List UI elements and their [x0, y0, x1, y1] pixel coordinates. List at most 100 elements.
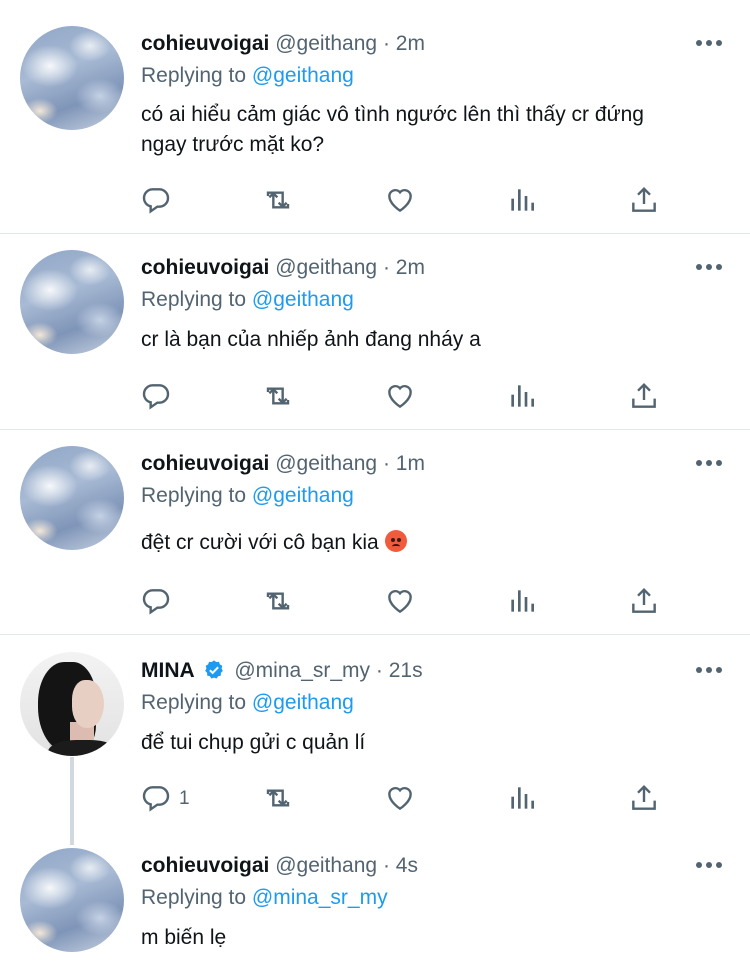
- retweet-button[interactable]: [260, 376, 300, 416]
- timestamp[interactable]: · 2m: [383, 256, 425, 279]
- like-icon: [388, 188, 412, 213]
- share-button[interactable]: [626, 180, 666, 220]
- action-bar: [0, 180, 750, 220]
- tweet-text: để tui chụp gửi c quản lí: [141, 728, 731, 758]
- replying-to: Replying to @geithang: [141, 483, 354, 509]
- retweet-button[interactable]: [260, 581, 300, 621]
- handle[interactable]: @mina_sr_my: [234, 659, 370, 682]
- tweet-text-line: để tui chụp gửi c quản lí: [141, 731, 366, 754]
- like-icon: [388, 589, 412, 614]
- avatar[interactable]: [20, 848, 124, 952]
- avatar[interactable]: [20, 26, 124, 130]
- tweet[interactable]: cohieuvoigai @geithang · 1m Replying to …: [0, 430, 750, 634]
- retweet-button[interactable]: [260, 778, 300, 818]
- like-button[interactable]: [382, 581, 422, 621]
- reply-count: 1: [179, 788, 190, 809]
- more-icon[interactable]: [696, 667, 722, 675]
- tweet-text-line: m biến lẹ: [141, 926, 227, 949]
- retweet-icon: [266, 592, 290, 610]
- views-button[interactable]: [504, 581, 544, 621]
- timestamp[interactable]: · 2m: [383, 32, 425, 55]
- avatar[interactable]: [20, 446, 124, 550]
- action-bar: [0, 376, 750, 416]
- share-button[interactable]: [626, 778, 666, 818]
- timestamp[interactable]: · 1m: [383, 452, 425, 475]
- share-icon: [632, 186, 656, 212]
- reply-button[interactable]: [138, 376, 178, 416]
- reply-button[interactable]: [138, 581, 178, 621]
- mention-link[interactable]: @mina_sr_my: [252, 886, 388, 909]
- handle[interactable]: @geithang: [275, 854, 377, 877]
- tweet-header: MINA @mina_sr_my · 21s: [141, 658, 423, 684]
- like-button[interactable]: [382, 376, 422, 416]
- handle[interactable]: @geithang: [275, 452, 377, 475]
- action-bar: [0, 581, 750, 621]
- replying-prefix: Replying to: [141, 886, 247, 909]
- like-icon: [388, 786, 412, 811]
- replying-prefix: Replying to: [141, 484, 247, 507]
- handle[interactable]: @geithang: [275, 256, 377, 279]
- retweet-icon: [266, 387, 290, 405]
- display-name[interactable]: cohieuvoigai: [141, 256, 269, 279]
- mention-link[interactable]: @geithang: [252, 288, 354, 311]
- tweet-text: có ai hiểu cảm giác vô tình ngước lên th…: [141, 100, 731, 160]
- share-button[interactable]: [626, 376, 666, 416]
- tweet[interactable]: MINA @mina_sr_my · 21s Replying to @geit…: [0, 635, 750, 845]
- avatar[interactable]: [20, 652, 124, 756]
- more-icon[interactable]: [696, 862, 722, 870]
- tweet[interactable]: cohieuvoigai @geithang · 2m Replying to …: [0, 234, 750, 429]
- views-button[interactable]: [504, 376, 544, 416]
- views-icon: [511, 590, 534, 612]
- share-button[interactable]: [626, 581, 666, 621]
- verified-icon: [204, 660, 223, 679]
- like-icon: [388, 384, 412, 409]
- timestamp[interactable]: · 4s: [383, 854, 418, 877]
- retweet-icon: [266, 789, 290, 807]
- like-button[interactable]: [382, 778, 422, 818]
- retweet-button[interactable]: [260, 180, 300, 220]
- display-name[interactable]: cohieuvoigai: [141, 452, 269, 475]
- views-icon: [511, 787, 534, 809]
- display-name[interactable]: cohieuvoigai: [141, 854, 269, 877]
- tweet-header: cohieuvoigai @geithang · 4s: [141, 853, 418, 879]
- replying-to: Replying to @geithang: [141, 287, 354, 313]
- replying-to: Replying to @geithang: [141, 63, 354, 89]
- replying-to: Replying to @mina_sr_my: [141, 885, 388, 911]
- reply-icon: [142, 589, 170, 615]
- tweet-text: cr là bạn của nhiếp ảnh đang nháy a: [141, 325, 731, 355]
- handle[interactable]: @geithang: [275, 32, 377, 55]
- tweet-text-line: ngay trước mặt ko?: [141, 133, 325, 156]
- reply-button[interactable]: [138, 180, 178, 220]
- replying-prefix: Replying to: [141, 288, 247, 311]
- more-icon[interactable]: [696, 40, 722, 48]
- replying-prefix: Replying to: [141, 691, 247, 714]
- tweet-text: m biến lẹ: [141, 923, 731, 953]
- reply-icon: [142, 188, 170, 214]
- like-button[interactable]: [382, 180, 422, 220]
- share-icon: [632, 784, 656, 810]
- tweet-header: cohieuvoigai @geithang · 2m: [141, 31, 425, 57]
- timestamp[interactable]: · 21s: [376, 659, 423, 682]
- reply-button[interactable]: [138, 778, 178, 818]
- mention-link[interactable]: @geithang: [252, 484, 354, 507]
- display-name[interactable]: MINA: [141, 659, 195, 682]
- tweet-text-line: đệt cr cười với cô bạn kia: [141, 531, 379, 554]
- tweet-header: cohieuvoigai @geithang · 2m: [141, 255, 425, 281]
- more-icon[interactable]: [696, 460, 722, 468]
- tweet-text-line: có ai hiểu cảm giác vô tình ngước lên th…: [141, 103, 644, 126]
- views-icon: [511, 385, 534, 407]
- replying-prefix: Replying to: [141, 64, 247, 87]
- share-icon: [632, 587, 656, 613]
- display-name[interactable]: cohieuvoigai: [141, 32, 269, 55]
- tweet[interactable]: cohieuvoigai @geithang · 4s Replying to …: [0, 845, 750, 973]
- views-button[interactable]: [504, 180, 544, 220]
- views-button[interactable]: [504, 778, 544, 818]
- replying-to: Replying to @geithang: [141, 690, 354, 716]
- angry-face-icon: [384, 530, 407, 552]
- avatar[interactable]: [20, 250, 124, 354]
- mention-link[interactable]: @geithang: [252, 64, 354, 87]
- mention-link[interactable]: @geithang: [252, 691, 354, 714]
- tweet[interactable]: cohieuvoigai @geithang · 2m Replying to …: [0, 0, 750, 233]
- more-icon[interactable]: [696, 264, 722, 272]
- reply-icon: [142, 384, 170, 410]
